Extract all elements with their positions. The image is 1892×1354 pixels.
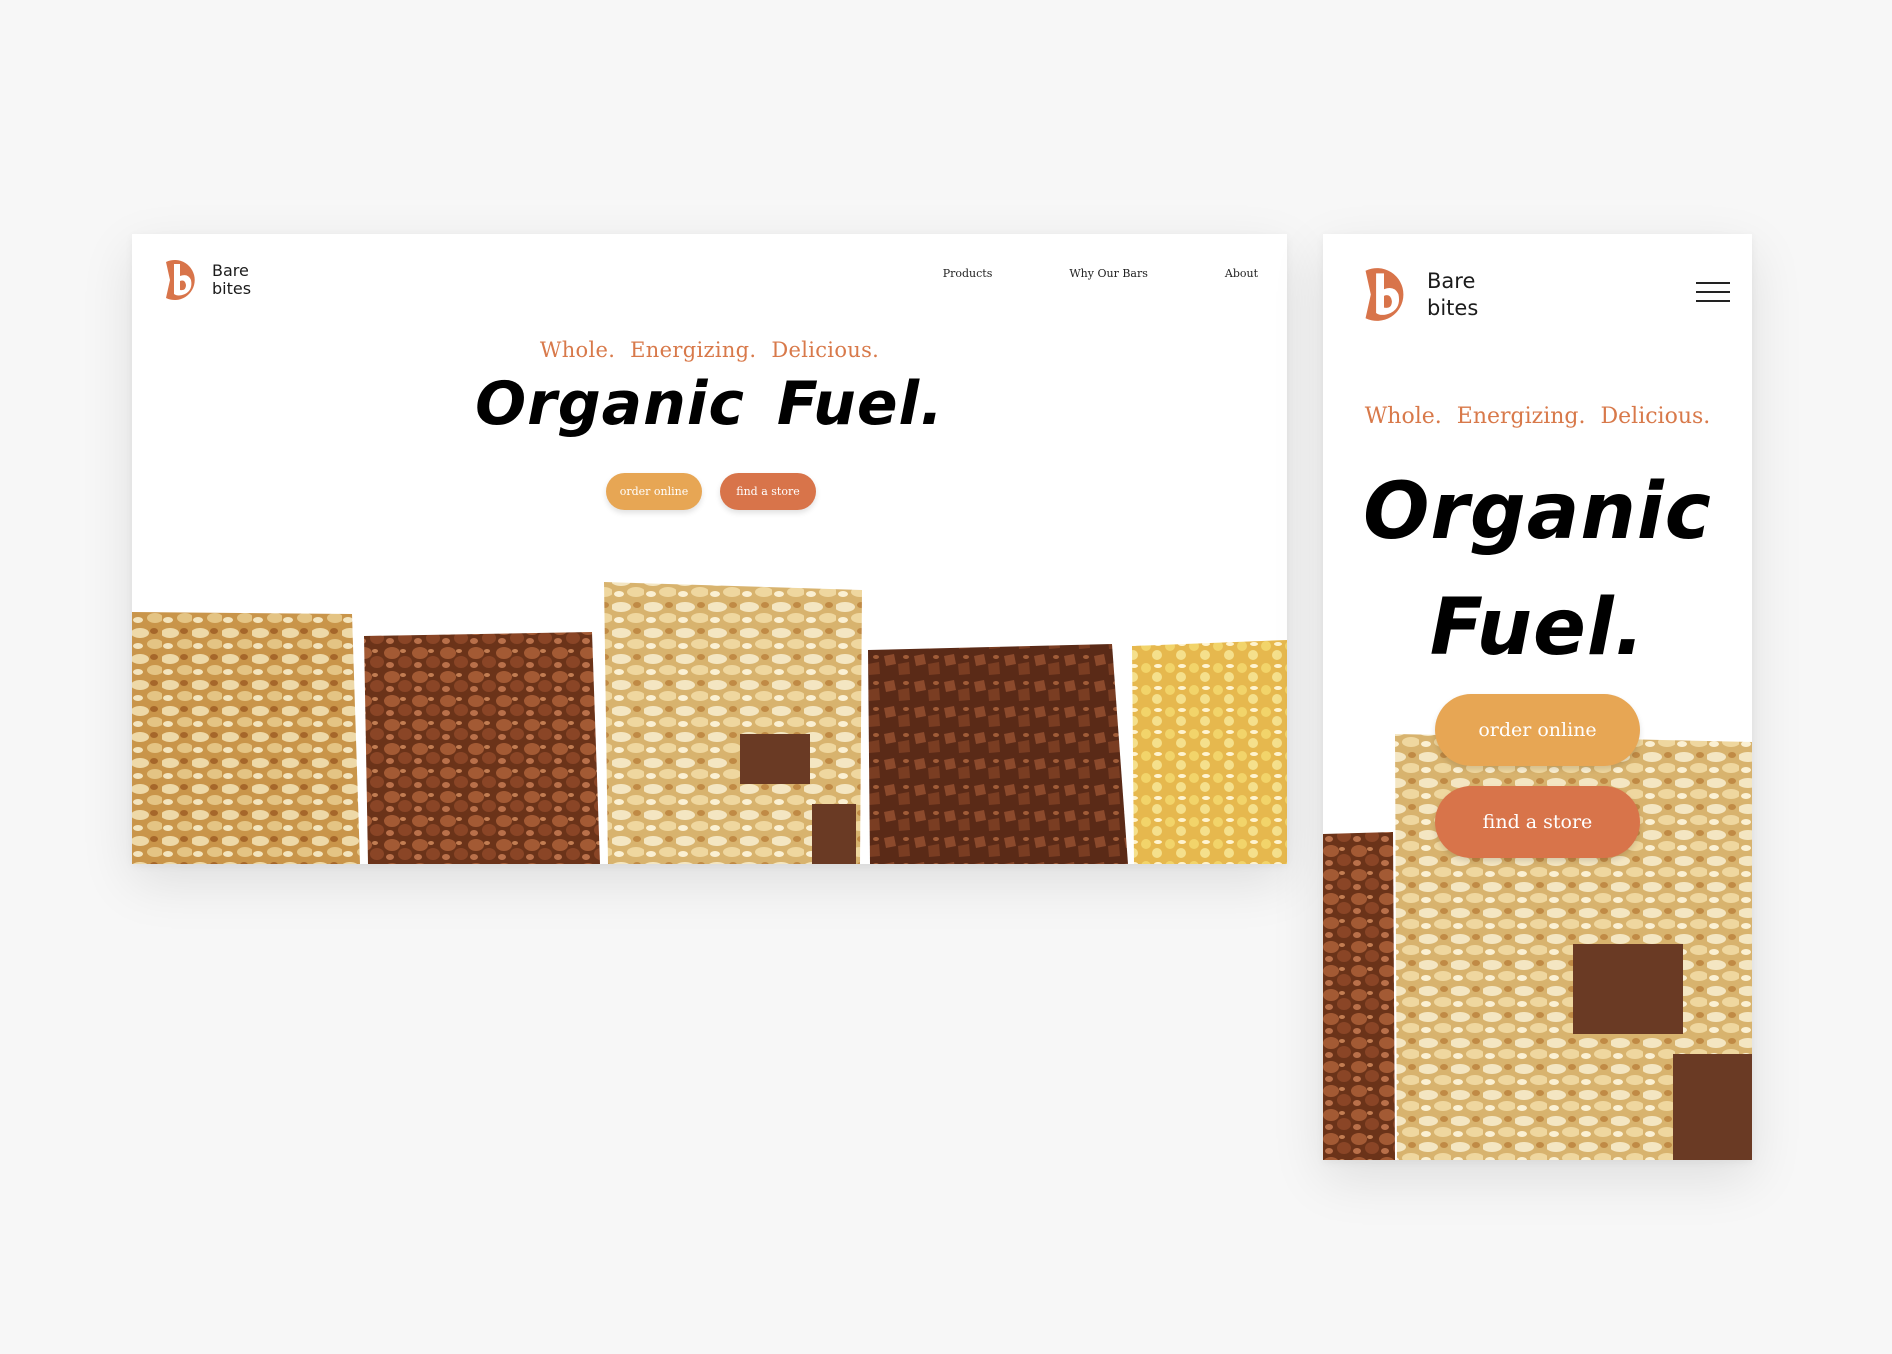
brand-name-mobile: Bare bites [1427, 268, 1478, 322]
brand-logo[interactable]: Bare bites [158, 256, 251, 304]
order-online-button-mobile[interactable]: order online [1435, 694, 1640, 766]
hero-headline-mobile: Organic Fuel. [1363, 467, 1712, 673]
brand-logo-mobile[interactable]: Bare bites [1355, 262, 1478, 327]
b-logo-icon [1365, 268, 1404, 321]
desktop-mockup: Bare bites Products Why Our Bars About W… [132, 234, 1287, 864]
brand-line-2: bites [212, 279, 252, 298]
brand-name: Bare bites [212, 262, 251, 298]
brand-line-1: Bare [212, 261, 249, 281]
nav-about[interactable]: About [1225, 267, 1258, 280]
nav-why-our-bars[interactable]: Why Our Bars [1069, 267, 1148, 280]
b-logo-icon [166, 260, 195, 300]
granola-bars-image [132, 574, 1287, 864]
find-store-button-mobile[interactable]: find a store [1435, 786, 1640, 858]
hamburger-menu-icon[interactable] [1696, 282, 1730, 304]
hero-tagline: Whole. Energizing. Delicious. [539, 338, 880, 362]
order-online-button[interactable]: order online [606, 473, 702, 510]
find-store-button[interactable]: find a store [720, 473, 816, 510]
nav-products[interactable]: Products [943, 267, 993, 280]
mobile-mockup: Bare bites Whole. Energizing. Delicious.… [1323, 234, 1752, 1160]
hero-headline: Organic Fuel. [475, 369, 944, 439]
hero-tagline-mobile: Whole. Energizing. Delicious. [1364, 404, 1711, 429]
brand-line-2: bites [1427, 295, 1479, 320]
brand-line-1: Bare [1427, 268, 1476, 293]
main-nav: Products Why Our Bars About [895, 267, 1287, 280]
